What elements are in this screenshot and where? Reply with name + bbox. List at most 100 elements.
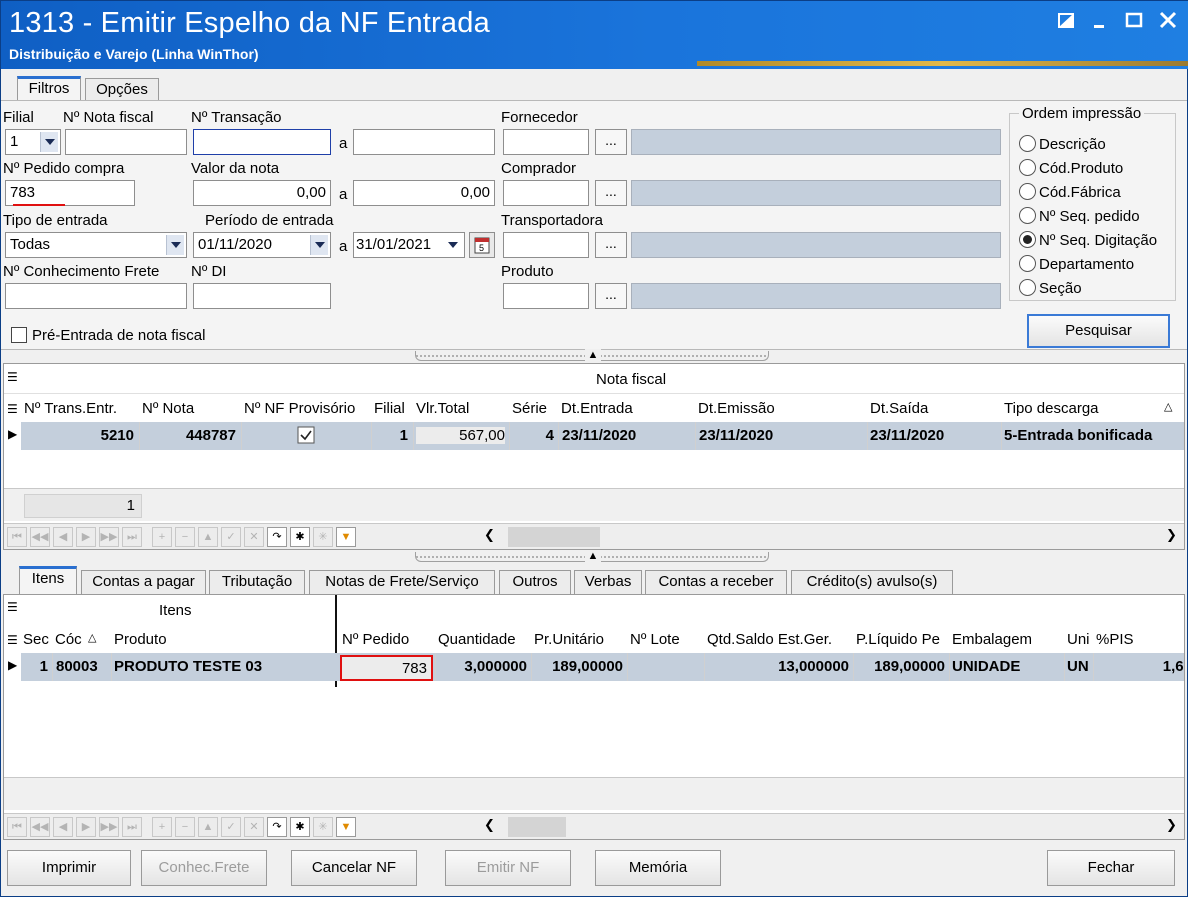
- minimize-icon[interactable]: [1087, 9, 1113, 31]
- col-quantidade[interactable]: Quantidade: [438, 631, 516, 648]
- valor-to-input[interactable]: 0,00: [353, 180, 495, 206]
- fechar-button[interactable]: Fechar: [1047, 850, 1175, 886]
- col-dt-saida[interactable]: Dt.Saída: [870, 400, 928, 417]
- cancel-edit-icon[interactable]: ✕: [244, 527, 264, 547]
- produto-lookup-button[interactable]: ...: [595, 283, 627, 309]
- fornecedor-code-input[interactable]: [503, 129, 589, 155]
- cancelar-nf-button[interactable]: Cancelar NF: [291, 850, 417, 886]
- tab-contas-receber[interactable]: Contas a receber: [645, 570, 787, 594]
- conhecimento-input[interactable]: [5, 283, 187, 309]
- last-record-icon[interactable]: ⏭: [122, 817, 142, 837]
- col-uni[interactable]: Uni: [1067, 631, 1090, 648]
- goto-bookmark-icon[interactable]: ✳: [313, 817, 333, 837]
- sort-ascending-icon[interactable]: △: [88, 631, 96, 644]
- col-pis[interactable]: %PIS: [1096, 631, 1134, 648]
- tab-filtros[interactable]: Filtros: [17, 76, 81, 100]
- column-chooser-icon[interactable]: ☰: [7, 370, 18, 384]
- col-serie[interactable]: Série: [512, 400, 547, 417]
- col-cod[interactable]: Cóc: [55, 631, 82, 648]
- transportadora-lookup-button[interactable]: ...: [595, 232, 627, 258]
- scroll-right-icon[interactable]: ❯: [1166, 817, 1177, 833]
- column-chooser-icon[interactable]: ☰: [7, 633, 18, 647]
- tab-verbas[interactable]: Verbas: [574, 570, 642, 594]
- tab-creditos-avulsos[interactable]: Crédito(s) avulso(s): [791, 570, 953, 594]
- ordem-option-seq-pedido[interactable]: Nº Seq. pedido: [1019, 207, 1140, 225]
- filial-select[interactable]: 1: [5, 129, 61, 155]
- insert-icon[interactable]: +: [152, 527, 172, 547]
- prev-record-icon[interactable]: ◀: [53, 817, 73, 837]
- calendar-icon[interactable]: 5: [469, 232, 495, 258]
- post-icon[interactable]: ✓: [221, 817, 241, 837]
- cancel-edit-icon[interactable]: ✕: [244, 817, 264, 837]
- filter-icon[interactable]: ▼: [336, 817, 356, 837]
- transacao-to-input[interactable]: [353, 129, 495, 155]
- goto-bookmark-icon[interactable]: ✳: [313, 527, 333, 547]
- ordem-option-descricao[interactable]: Descrição: [1019, 135, 1106, 153]
- delete-icon[interactable]: −: [175, 817, 195, 837]
- chevron-up-icon[interactable]: ▲: [585, 550, 601, 562]
- col-produto[interactable]: Produto: [114, 631, 167, 648]
- scroll-left-icon[interactable]: ❮: [484, 817, 495, 833]
- provisorio-checkbox[interactable]: [297, 426, 315, 444]
- post-icon[interactable]: ✓: [221, 527, 241, 547]
- comprador-code-input[interactable]: [503, 180, 589, 206]
- tab-notas-frete[interactable]: Notas de Frete/Serviço: [309, 570, 495, 594]
- first-record-icon[interactable]: ⏮: [7, 817, 27, 837]
- imprimir-button[interactable]: Imprimir: [7, 850, 131, 886]
- bookmark-icon[interactable]: ✱: [290, 527, 310, 547]
- ordem-option-seq-digitacao[interactable]: Nº Seq. Digitação: [1019, 231, 1157, 249]
- scroll-right-icon[interactable]: ❯: [1166, 527, 1177, 543]
- scroll-left-icon[interactable]: ❮: [484, 527, 495, 543]
- col-trans-entr[interactable]: Nº Trans.Entr.: [24, 400, 117, 417]
- col-p-liquido[interactable]: P.Líquido Pe: [856, 631, 940, 648]
- prev-page-icon[interactable]: ◀◀: [30, 817, 50, 837]
- refresh-icon[interactable]: ↷: [267, 527, 287, 547]
- sort-ascending-icon[interactable]: △: [1164, 400, 1172, 413]
- comprador-lookup-button[interactable]: ...: [595, 180, 627, 206]
- edit-icon[interactable]: ▲: [198, 817, 218, 837]
- produto-code-input[interactable]: [503, 283, 589, 309]
- col-pr-unitario[interactable]: Pr.Unitário: [534, 631, 604, 648]
- periodo-from-input[interactable]: 01/11/2020: [193, 232, 331, 258]
- chevron-down-icon[interactable]: [166, 235, 184, 255]
- prev-page-icon[interactable]: ◀◀: [30, 527, 50, 547]
- transacao-from-input[interactable]: [193, 129, 331, 155]
- close-icon[interactable]: [1155, 9, 1181, 31]
- bookmark-icon[interactable]: ✱: [290, 817, 310, 837]
- horizontal-scrollbar-thumb[interactable]: [508, 527, 600, 547]
- col-dt-entrada[interactable]: Dt.Entrada: [561, 400, 633, 417]
- pesquisar-button[interactable]: Pesquisar: [1027, 314, 1170, 348]
- ordem-option-departamento[interactable]: Departamento: [1019, 255, 1134, 273]
- chevron-down-icon[interactable]: [444, 235, 462, 255]
- tipo-entrada-select[interactable]: Todas: [5, 232, 187, 258]
- pedido-input[interactable]: 783: [5, 180, 135, 206]
- refresh-icon[interactable]: ↷: [267, 817, 287, 837]
- periodo-to-input[interactable]: 31/01/2021: [353, 232, 465, 258]
- col-vlr-total[interactable]: Vlr.Total: [416, 400, 469, 417]
- valor-from-input[interactable]: 0,00: [193, 180, 331, 206]
- memoria-button[interactable]: Memória: [595, 850, 721, 886]
- insert-icon[interactable]: +: [152, 817, 172, 837]
- col-filial[interactable]: Filial: [374, 400, 405, 417]
- ordem-option-cod-fabrica[interactable]: Cód.Fábrica: [1019, 183, 1121, 201]
- tab-itens[interactable]: Itens: [19, 566, 77, 594]
- col-pedido[interactable]: Nº Pedido: [342, 631, 409, 648]
- chevron-up-icon[interactable]: ▲: [585, 349, 601, 361]
- conhec-frete-button[interactable]: Conhec.Frete: [141, 850, 267, 886]
- col-nota[interactable]: Nº Nota: [142, 400, 194, 417]
- edit-icon[interactable]: ▲: [198, 527, 218, 547]
- col-seq[interactable]: Sec: [23, 631, 49, 648]
- col-saldo[interactable]: Qtd.Saldo Est.Ger.: [707, 631, 832, 648]
- col-embalagem[interactable]: Embalagem: [952, 631, 1032, 648]
- column-chooser-icon[interactable]: ☰: [7, 600, 18, 614]
- tab-outros[interactable]: Outros: [499, 570, 571, 594]
- col-dt-emissao[interactable]: Dt.Emissão: [698, 400, 775, 417]
- col-lote[interactable]: Nº Lote: [630, 631, 680, 648]
- tab-opcoes[interactable]: Opções: [85, 78, 159, 100]
- horizontal-scrollbar-thumb[interactable]: [508, 817, 566, 837]
- prev-record-icon[interactable]: ◀: [53, 527, 73, 547]
- fornecedor-lookup-button[interactable]: ...: [595, 129, 627, 155]
- col-nf-provisorio[interactable]: Nº NF Provisório: [244, 400, 355, 417]
- col-tipo-descarga[interactable]: Tipo descarga: [1004, 400, 1099, 417]
- restore-layout-icon[interactable]: [1053, 9, 1079, 31]
